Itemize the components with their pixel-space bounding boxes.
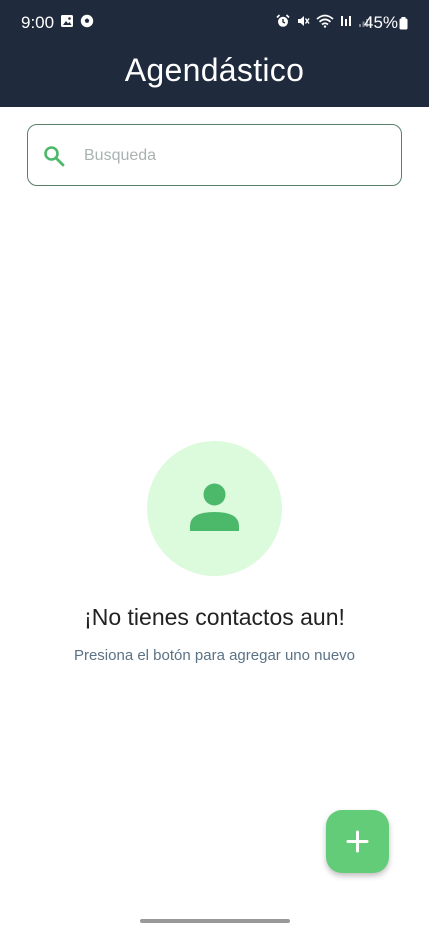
alarm-icon [276, 14, 290, 27]
battery-percentage: 45% [364, 13, 399, 32]
soccer-ball-icon [80, 14, 94, 28]
wifi-icon [316, 14, 334, 28]
empty-state-subtitle: Presiona el botón para agregar uno nuevo [73, 647, 356, 664]
status-time: 9:00 [21, 13, 55, 32]
empty-state-title: ¡No tienes contactos aun! [84, 604, 345, 630]
status-system-icons [276, 14, 372, 28]
app-title: Agendástico [124, 52, 305, 88]
status-bar: 9:00 45% [0, 0, 429, 46]
person-icon [190, 483, 239, 531]
lte-icon [341, 16, 351, 26]
status-notification-icons [60, 14, 94, 28]
search-input[interactable] [84, 143, 384, 169]
navigation-handle[interactable] [140, 919, 290, 923]
image-notification-icon [61, 15, 73, 27]
search-icon [44, 146, 65, 167]
app-header: 9:00 45% Agendástico [0, 0, 429, 107]
search-bar[interactable] [27, 124, 402, 186]
battery-icon [399, 17, 408, 30]
empty-state-avatar [147, 441, 282, 576]
add-contact-button[interactable] [326, 810, 389, 873]
plus-icon [346, 830, 369, 853]
mute-icon [298, 16, 310, 26]
